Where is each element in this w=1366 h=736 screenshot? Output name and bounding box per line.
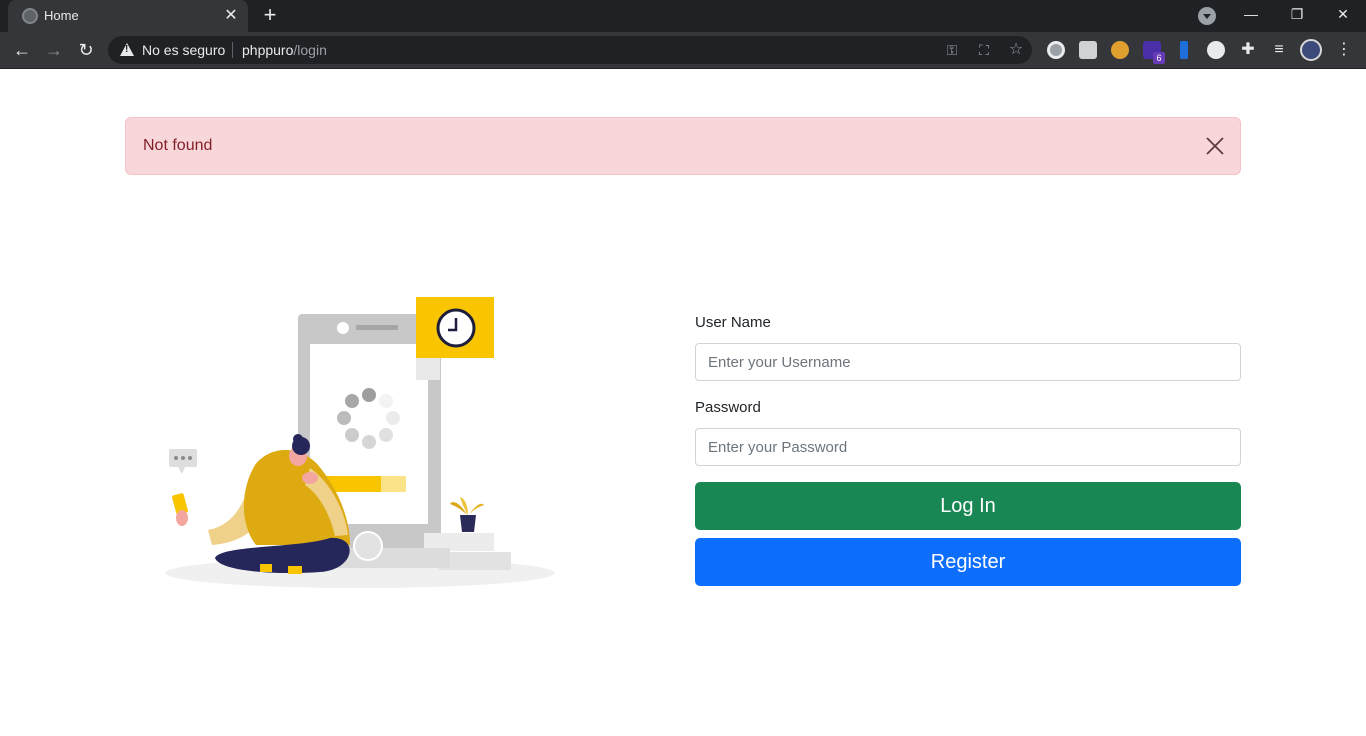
key-icon[interactable]: ⚿ xyxy=(944,42,960,58)
reload-icon[interactable]: ↻ xyxy=(74,38,98,62)
login-form: User Name Password Log In Register xyxy=(695,312,1241,586)
divider xyxy=(232,42,233,58)
browser-toolbar: ← → ↻ No es seguro phppuro/login ⚿ ⛶ ☆ 6… xyxy=(0,32,1366,69)
bookmark-star-icon[interactable]: ☆ xyxy=(1008,42,1024,58)
puzzle-icon[interactable]: ✚ xyxy=(1239,41,1257,59)
new-tab-button[interactable]: + xyxy=(258,4,282,28)
extension-glasses-icon[interactable] xyxy=(1111,41,1129,59)
translate-icon[interactable]: ⛶ xyxy=(976,42,992,58)
password-label: Password xyxy=(695,399,761,416)
username-group: User Name xyxy=(695,312,1241,381)
username-input[interactable] xyxy=(695,343,1241,381)
close-tab-icon[interactable]: ✕ xyxy=(222,7,240,25)
globe-icon xyxy=(22,8,38,24)
tab-strip: Home ✕ + — ❐ ✕ xyxy=(0,0,1366,32)
extension-badge: 6 xyxy=(1153,52,1165,64)
extension-dark-icon[interactable] xyxy=(1207,41,1225,59)
menu-icon[interactable]: ⋮ xyxy=(1335,41,1353,59)
error-alert: Not found xyxy=(125,117,1241,175)
address-bar[interactable]: No es seguro phppuro/login ⚿ ⛶ ☆ xyxy=(108,36,1032,64)
minimize-button[interactable]: — xyxy=(1228,0,1274,30)
tab-title: Home xyxy=(44,8,79,23)
extension-feather-icon[interactable] xyxy=(1180,41,1188,59)
password-input[interactable] xyxy=(695,428,1241,466)
forward-icon[interactable]: → xyxy=(42,38,66,62)
password-group: Password xyxy=(695,397,1241,466)
profile-avatar[interactable] xyxy=(1300,39,1322,61)
tab-search-icon[interactable] xyxy=(1198,7,1216,25)
restore-button[interactable]: ❐ xyxy=(1274,0,1320,30)
url-host: phppuro xyxy=(242,42,294,58)
close-icon[interactable] xyxy=(1204,135,1226,157)
close-window-button[interactable]: ✕ xyxy=(1320,0,1366,30)
alert-message: Not found xyxy=(143,137,213,154)
warning-icon[interactable] xyxy=(120,43,134,56)
back-icon[interactable]: ← xyxy=(10,38,34,62)
extension-circle-icon[interactable] xyxy=(1047,41,1065,59)
login-illustration xyxy=(165,297,555,588)
browser-tab[interactable]: Home ✕ xyxy=(8,0,248,32)
extension-cube-icon[interactable] xyxy=(1079,41,1097,59)
security-status[interactable]: No es seguro xyxy=(142,42,225,58)
username-label: User Name xyxy=(695,314,771,331)
url-path: /login xyxy=(293,42,327,58)
login-button[interactable]: Log In xyxy=(695,482,1241,530)
register-button[interactable]: Register xyxy=(695,538,1241,586)
reading-list-icon[interactable]: ≡ xyxy=(1270,41,1288,59)
url-text[interactable]: phppuro/login xyxy=(242,42,327,58)
